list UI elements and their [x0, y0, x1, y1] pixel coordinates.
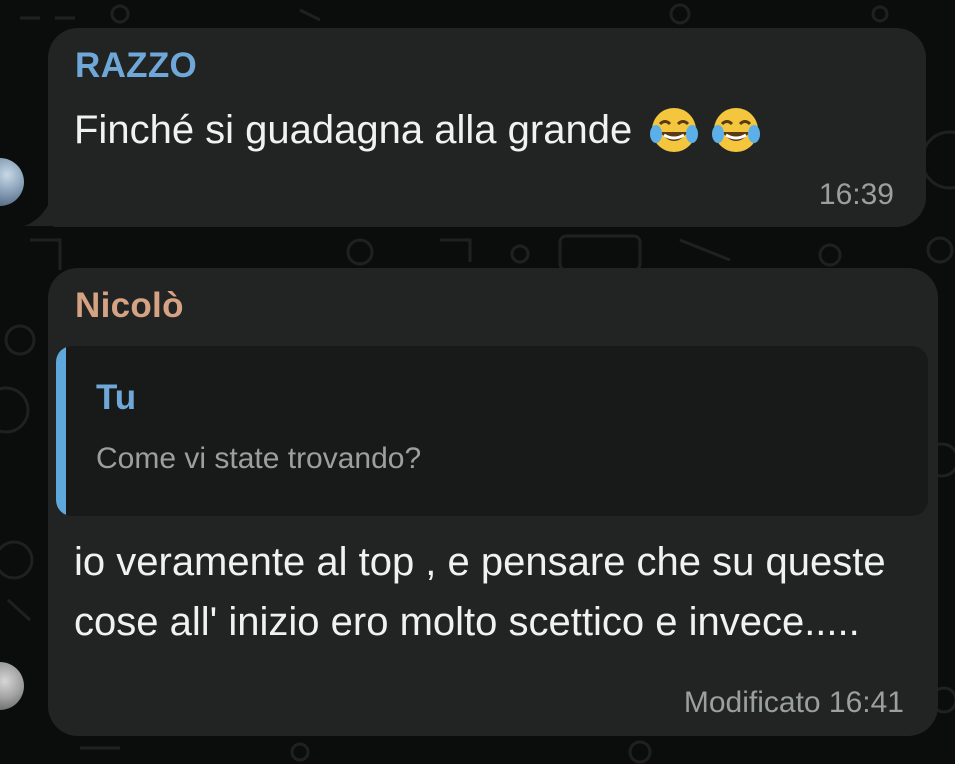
- chat-background: RAZZO Finché si guadagna alla grande 16:…: [0, 0, 955, 764]
- message-text: Finché si guadagna alla grande: [74, 108, 633, 152]
- reply-quote-sender: Tu: [96, 378, 137, 417]
- message-timestamp: Modificato 16:41: [683, 686, 904, 719]
- reply-quote-text: Come vi state trovando?: [96, 442, 422, 475]
- reply-quote[interactable]: Tu Come vi state trovando?: [56, 346, 928, 516]
- message-sender-name[interactable]: RAZZO: [75, 46, 197, 86]
- message-text-row: Finché si guadagna alla grande: [74, 100, 762, 160]
- message-sender-name[interactable]: Nicolò: [75, 286, 184, 326]
- message-text: io veramente al top , e pensare che su q…: [74, 540, 886, 644]
- message-bubble[interactable]: RAZZO Finché si guadagna alla grande 16:…: [48, 28, 926, 227]
- message-bubble[interactable]: Nicolò Tu Come vi state trovando? io ver…: [48, 268, 938, 736]
- reply-quote-bar: [56, 346, 66, 516]
- message-timestamp: 16:39: [818, 178, 894, 211]
- face-with-tears-of-joy-icon: [650, 108, 699, 152]
- face-with-tears-of-joy-icon: [712, 108, 761, 152]
